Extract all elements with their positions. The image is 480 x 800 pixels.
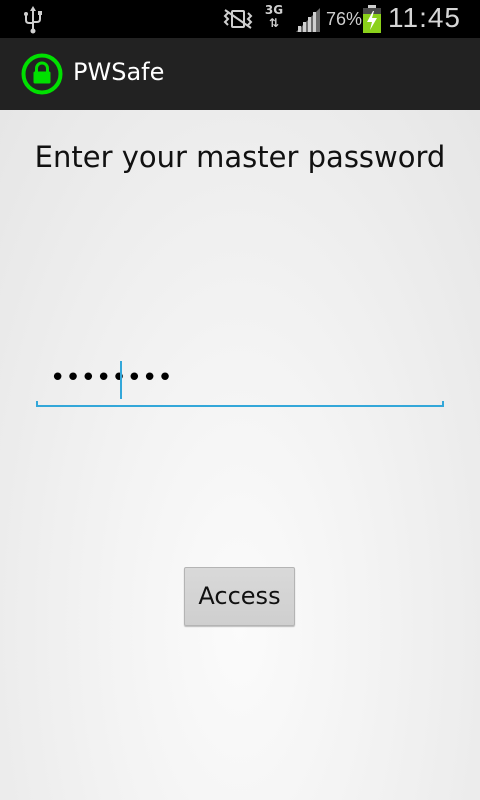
network-3g-icon: 3G ⇅ xyxy=(262,4,286,34)
battery-percent: 76% xyxy=(326,9,363,29)
signal-icon xyxy=(296,8,320,32)
vibrate-mute-icon xyxy=(223,9,253,29)
input-underline xyxy=(36,401,444,407)
text-cursor xyxy=(120,361,122,399)
password-input[interactable]: •••••••• xyxy=(36,355,444,407)
access-button[interactable]: Access xyxy=(184,567,295,626)
password-prompt: Enter your master password xyxy=(34,140,446,174)
usb-icon xyxy=(24,6,42,34)
password-value: •••••••• xyxy=(50,363,173,393)
main-content: Enter your master password •••••••• Acce… xyxy=(0,110,480,800)
action-bar: PWSafe xyxy=(0,38,480,110)
app-title: PWSafe xyxy=(73,58,165,86)
lock-icon[interactable] xyxy=(21,53,63,95)
clock: 11:45 xyxy=(388,2,461,33)
status-bar: 3G ⇅ 76% 11:45 xyxy=(0,0,480,38)
battery-charging-icon xyxy=(363,5,381,33)
